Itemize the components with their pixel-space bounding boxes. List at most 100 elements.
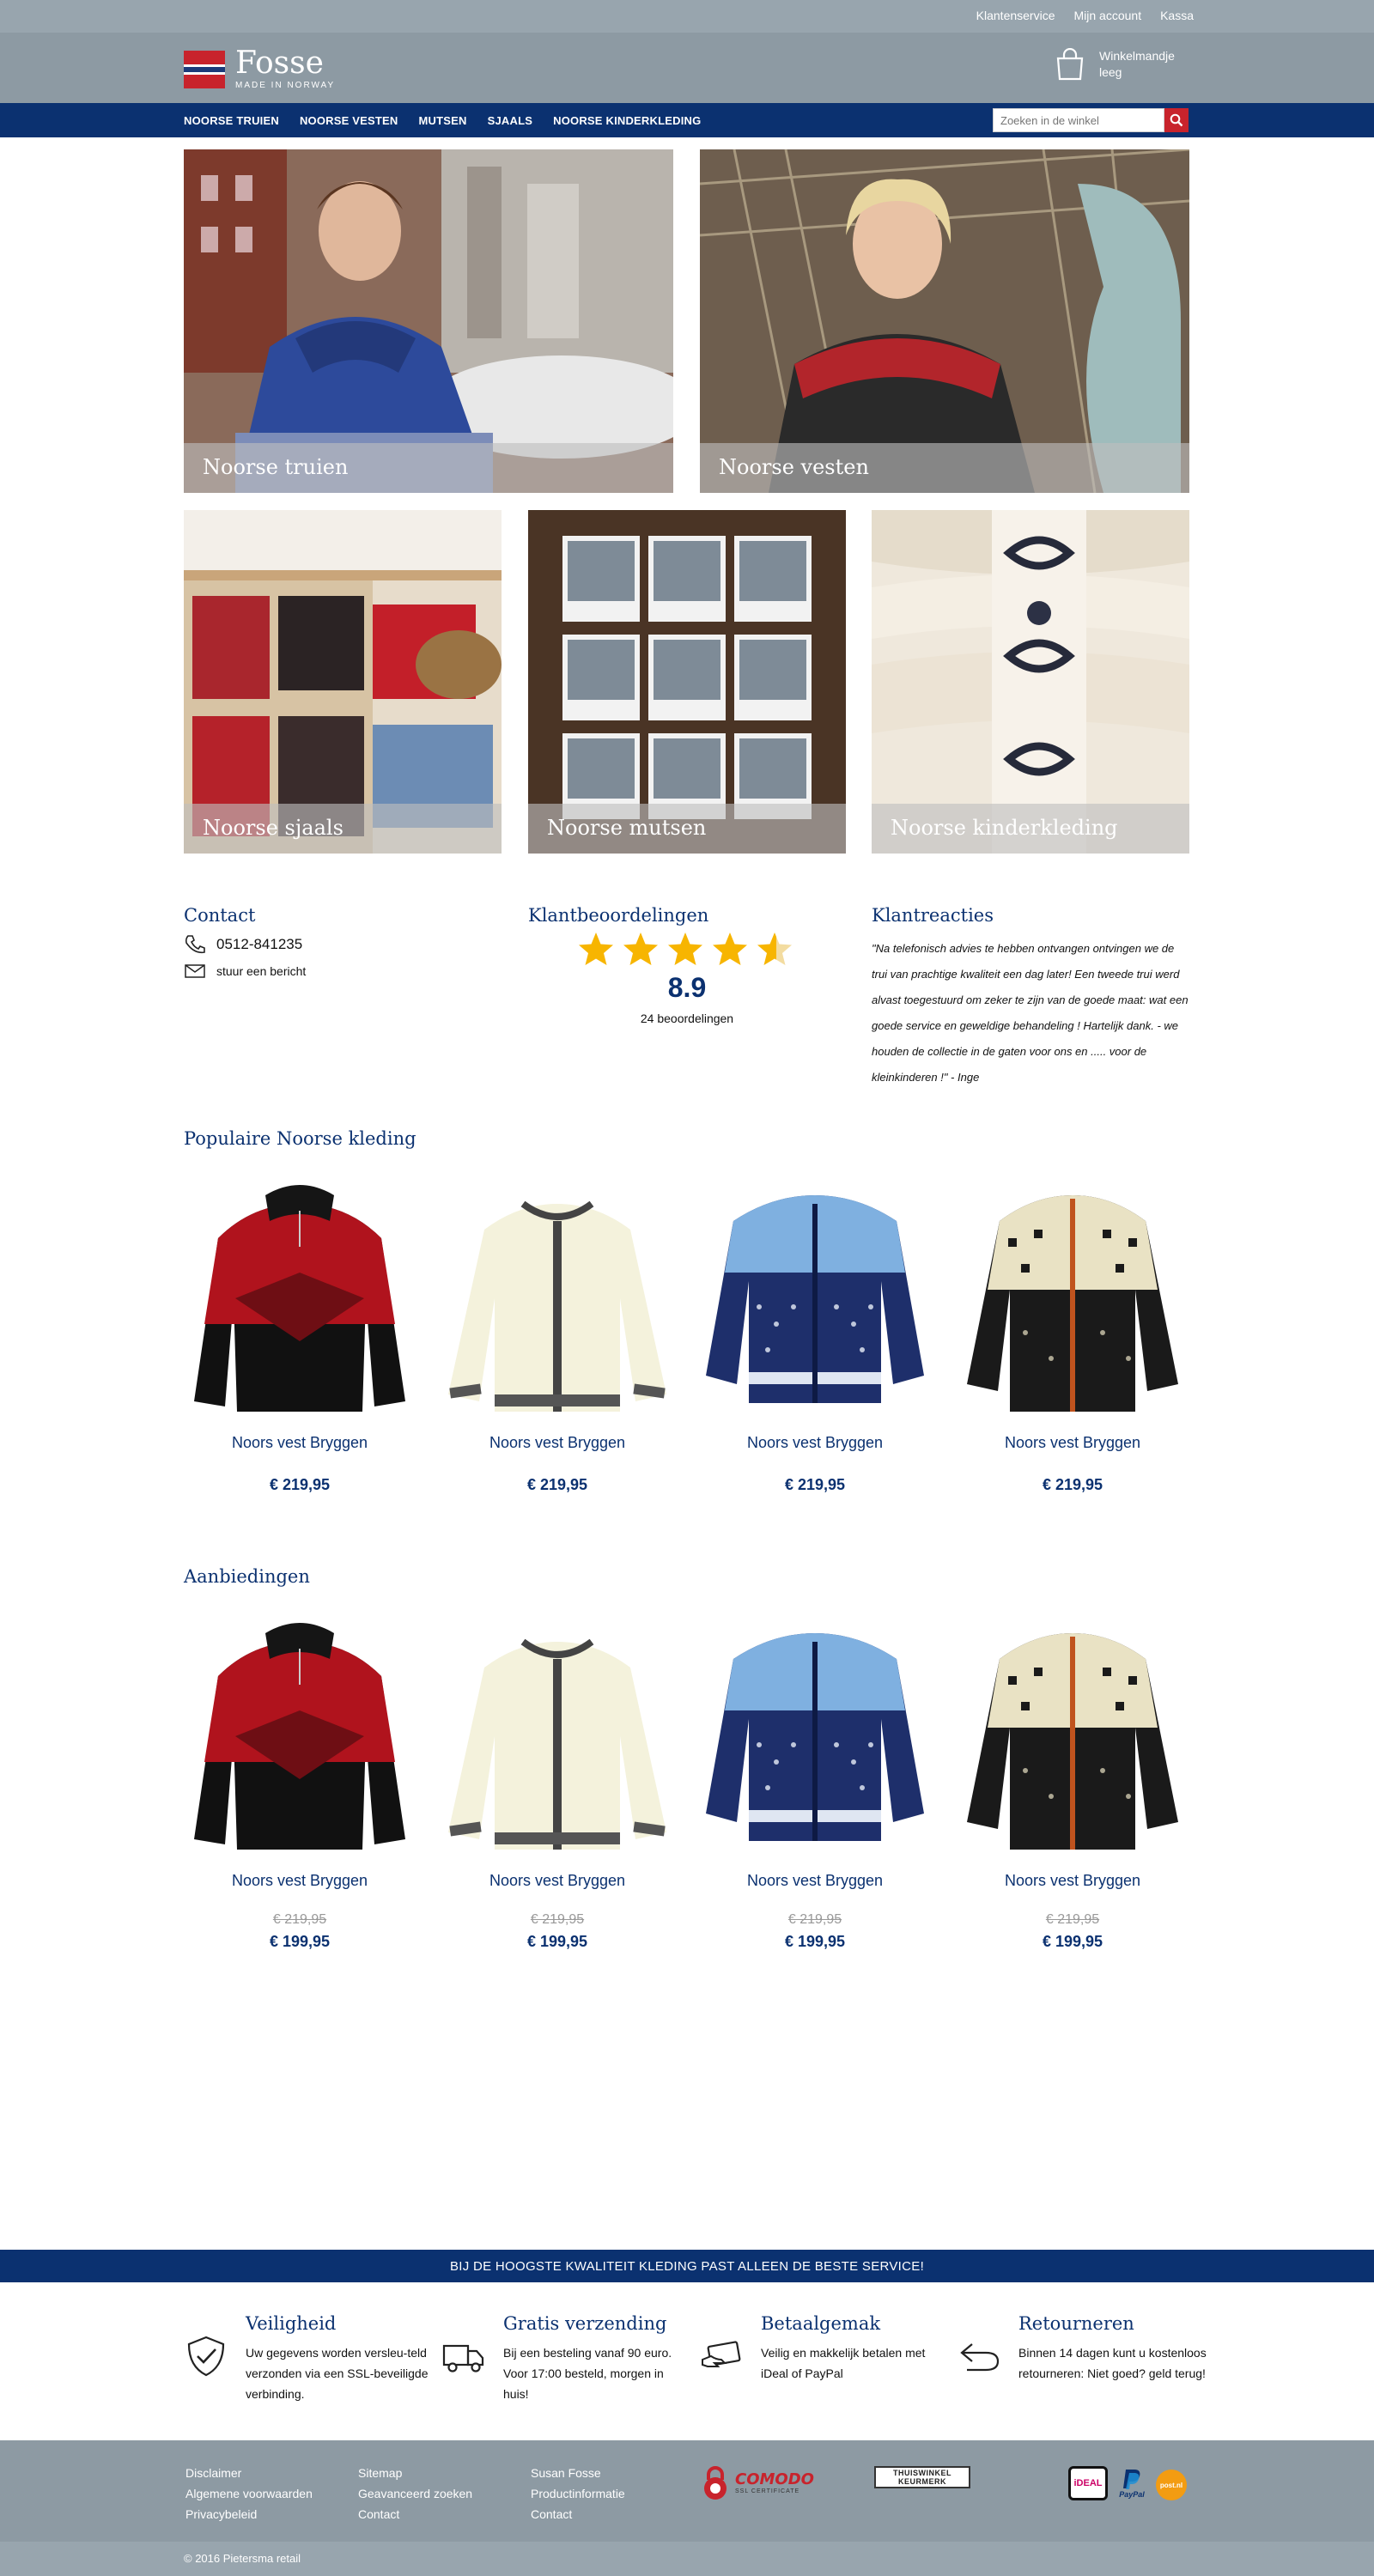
postnl-label: post.nl	[1159, 2481, 1183, 2489]
product-image[interactable]	[441, 1170, 673, 1419]
rating-count[interactable]: 24 beoordelingen	[618, 1012, 756, 1025]
padlock-icon	[704, 2466, 727, 2500]
envelope-icon	[185, 964, 205, 978]
review-text: "Na telefonisch advies te hebben ontvang…	[872, 942, 1189, 1084]
product-name[interactable]: Noors vest Bryggen	[957, 1434, 1189, 1452]
product-image[interactable]	[699, 1170, 931, 1419]
product-card[interactable]: Noors vest Bryggen € 219,95	[957, 1170, 1189, 1494]
site-footer: Disclaimer Algemene voorwaarden Privacyb…	[0, 2440, 1374, 2542]
nav-item-mutsen[interactable]: MUTSEN	[419, 114, 467, 127]
usp-text: Veilig en makkelijk betalen met iDeal of…	[761, 2346, 926, 2380]
nav-item-sjaals[interactable]: SJAALS	[488, 114, 533, 127]
product-image-blue-cardigan	[706, 1195, 924, 1403]
usp-title: Gratis verzending	[503, 2313, 667, 2334]
rating-stars	[577, 931, 793, 967]
paypal-logo: PayPal	[1115, 2468, 1149, 2502]
product-image-blue-cardigan	[706, 1633, 924, 1841]
product-name[interactable]: Noors vest Bryggen	[441, 1434, 673, 1452]
category-photo-truien	[184, 149, 673, 493]
nav-item-noorse-vesten[interactable]: NOORSE VESTEN	[300, 114, 398, 127]
usp-text: Binnen 14 dagen kunt u kostenloos retour…	[1018, 2346, 1207, 2380]
footer-link-contact-2[interactable]: Contact	[531, 2504, 625, 2524]
nav-item-noorse-kinderkleding[interactable]: NOORSE KINDERKLEDING	[553, 114, 701, 127]
footer-link-geavanceerd-zoeken[interactable]: Geavanceerd zoeken	[358, 2483, 472, 2504]
reviews-heading: Klantreacties	[872, 905, 994, 926]
copyright-bar: © 2016 Pietersma retail	[0, 2542, 1374, 2576]
product-card[interactable]: Noors vest Bryggen € 219,95	[184, 1170, 416, 1494]
product-image-red-pullover	[194, 1623, 405, 1850]
product-sale-price: € 199,95	[526, 1933, 588, 1950]
star-icon	[713, 933, 747, 965]
category-label-truien: Noorse truien	[184, 443, 673, 493]
star-icon	[623, 933, 658, 965]
product-image[interactable]	[184, 1170, 416, 1419]
product-card[interactable]: Noors vest Bryggen € 219,95	[441, 1170, 673, 1494]
footer-link-productinformatie[interactable]: Productinformatie	[531, 2483, 625, 2504]
product-price: € 219,95	[526, 1476, 588, 1493]
footer-column-2: Sitemap Geavanceerd zoeken Contact	[358, 2463, 472, 2524]
product-image-cream-cardigan	[448, 1638, 666, 1850]
rating-score: 8.9	[667, 972, 707, 1003]
product-image[interactable]	[957, 1607, 1189, 1856]
product-sale-price: € 199,95	[269, 1933, 331, 1950]
star-icon	[579, 933, 613, 965]
footer-link-sitemap[interactable]: Sitemap	[358, 2463, 472, 2483]
top-link-kassa[interactable]: Kassa	[1160, 9, 1194, 22]
search-button[interactable]	[1164, 108, 1189, 132]
footer-link-algemene-voorwaarden[interactable]: Algemene voorwaarden	[185, 2483, 313, 2504]
product-name[interactable]: Noors vest Bryggen	[699, 1872, 931, 1890]
category-photo-mutsen	[528, 510, 846, 854]
category-tile-noorse-kinderkleding[interactable]: Noorse kinderkleding	[872, 510, 1189, 854]
service-banner: BIJ DE HOOGSTE KWALITEIT KLEDING PAST AL…	[0, 2250, 1374, 2282]
footer-link-privacybeleid[interactable]: Privacybeleid	[185, 2504, 313, 2524]
product-name[interactable]: Noors vest Bryggen	[184, 1872, 416, 1890]
search-input[interactable]	[993, 108, 1164, 132]
paypal-label: PayPal	[1119, 2490, 1145, 2499]
product-name[interactable]: Noors vest Bryggen	[184, 1434, 416, 1452]
product-card[interactable]: Noors vest Bryggen € 219,95	[699, 1170, 931, 1494]
thuiswinkel-keurmerk-badge[interactable]: THUISWINKEL KEURMERK	[874, 2466, 970, 2488]
product-image[interactable]	[184, 1607, 416, 1856]
product-image-cream-cardigan	[448, 1200, 666, 1412]
category-label-sjaals: Noorse sjaals	[184, 804, 502, 854]
category-label-vesten: Noorse vesten	[700, 443, 1189, 493]
norway-flag-icon	[184, 50, 225, 88]
category-tile-noorse-vesten[interactable]: Noorse vesten	[700, 149, 1189, 493]
search-icon	[1170, 113, 1183, 127]
offers-heading: Aanbiedingen	[184, 1566, 310, 1587]
postnl-logo: post.nl	[1156, 2470, 1187, 2500]
contact-message-link[interactable]: stuur een bericht	[184, 963, 306, 979]
category-tile-noorse-truien[interactable]: Noorse truien	[184, 149, 673, 493]
category-tile-noorse-sjaals[interactable]: Noorse sjaals	[184, 510, 502, 854]
shield-icon	[187, 2336, 225, 2377]
product-image[interactable]	[441, 1607, 673, 1856]
contact-phone[interactable]: 0512-841235	[184, 934, 302, 955]
footer-link-susan-fosse[interactable]: Susan Fosse	[531, 2463, 625, 2483]
category-tile-noorse-mutsen[interactable]: Noorse mutsen	[528, 510, 846, 854]
product-card[interactable]: Noors vest Bryggen € 219,95 € 199,95	[957, 1607, 1189, 1951]
popular-heading: Populaire Noorse kleding	[184, 1128, 416, 1149]
footer-link-contact[interactable]: Contact	[358, 2504, 472, 2524]
logo[interactable]: Fosse MADE IN NORWAY	[184, 48, 335, 90]
product-old-price: € 219,95	[530, 1912, 585, 1927]
ratings-heading: Klantbeoordelingen	[528, 905, 709, 926]
product-card[interactable]: Noors vest Bryggen € 219,95 € 199,95	[699, 1607, 931, 1951]
nav-item-noorse-truien[interactable]: NOORSE TRUIEN	[184, 114, 279, 127]
top-link-klantenservice[interactable]: Klantenservice	[976, 9, 1055, 22]
product-name[interactable]: Noors vest Bryggen	[699, 1434, 931, 1452]
product-name[interactable]: Noors vest Bryggen	[441, 1872, 673, 1890]
shopping-cart[interactable]: Winkelmandje leeg	[1055, 47, 1175, 81]
product-image[interactable]	[957, 1170, 1189, 1419]
product-card[interactable]: Noors vest Bryggen € 219,95 € 199,95	[441, 1607, 673, 1951]
product-price: € 219,95	[784, 1476, 846, 1493]
phone-icon	[185, 935, 205, 954]
footer-link-disclaimer[interactable]: Disclaimer	[185, 2463, 313, 2483]
contact-message-label: stuur een bericht	[216, 964, 307, 978]
top-link-mijn-account[interactable]: Mijn account	[1073, 9, 1141, 22]
product-sale-price: € 199,95	[784, 1933, 846, 1950]
comodo-ssl-badge[interactable]: COMODO SSL CERTIFICATE	[701, 2463, 821, 2502]
product-card[interactable]: Noors vest Bryggen € 219,95 € 199,95	[184, 1607, 416, 1951]
footer-column-1: Disclaimer Algemene voorwaarden Privacyb…	[185, 2463, 313, 2524]
product-name[interactable]: Noors vest Bryggen	[957, 1872, 1189, 1890]
product-image[interactable]	[699, 1607, 931, 1856]
